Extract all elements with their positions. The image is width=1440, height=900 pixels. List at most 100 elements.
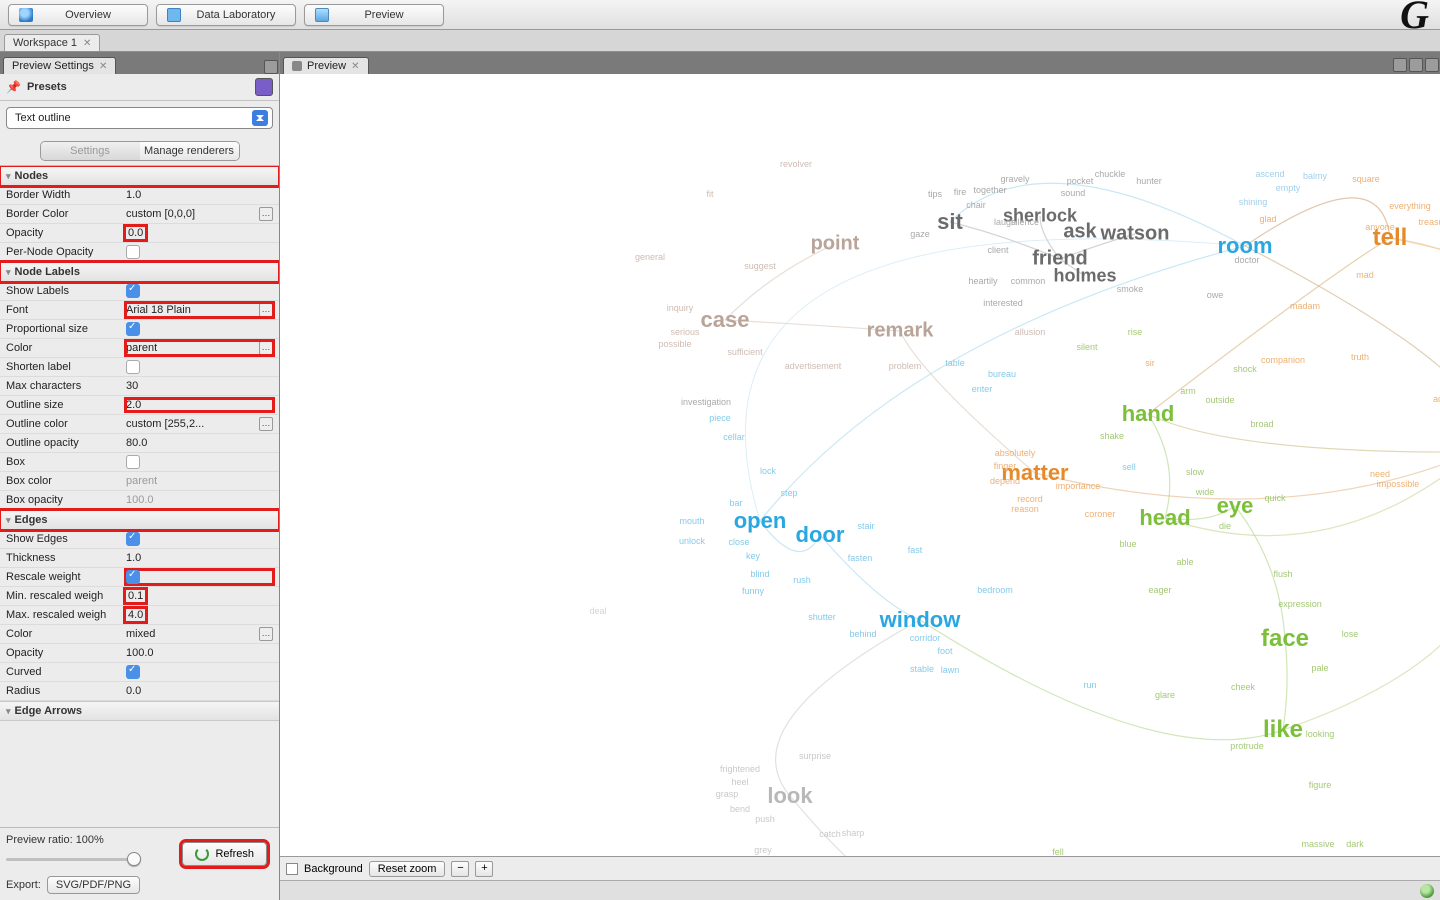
slider-thumb[interactable] bbox=[127, 852, 141, 866]
prop-max-characters[interactable]: Max characters30 bbox=[0, 377, 279, 396]
prop-max-rescaled[interactable]: Max. rescaled weigh4.0 bbox=[0, 606, 279, 625]
data-laboratory-button[interactable]: Data Laboratory bbox=[156, 4, 296, 26]
prop-box-color[interactable]: Box colorparent bbox=[0, 472, 279, 491]
prop-edge-color[interactable]: Colormixed… bbox=[0, 625, 279, 644]
prop-color[interactable]: Colorparent… bbox=[0, 339, 279, 358]
close-icon[interactable]: ✕ bbox=[99, 61, 107, 72]
graph-word-small: broad bbox=[1250, 419, 1273, 429]
section-head-nodes[interactable]: ▾Nodes bbox=[0, 166, 279, 186]
prop-shorten-label[interactable]: Shorten label bbox=[0, 358, 279, 377]
checkbox[interactable] bbox=[126, 665, 140, 679]
graph-word-small: enter bbox=[972, 384, 993, 394]
graph-word-small: shutter bbox=[808, 612, 836, 622]
overview-button[interactable]: Overview bbox=[8, 4, 148, 26]
graph-word-small: die bbox=[1219, 521, 1231, 531]
graph-word-small: cheek bbox=[1231, 682, 1255, 692]
zoom-out-button[interactable]: − bbox=[451, 861, 469, 877]
refresh-button[interactable]: Refresh bbox=[182, 842, 267, 866]
prop-opacity[interactable]: Opacity0.0 bbox=[0, 224, 279, 243]
app-logo: G bbox=[1400, 1, 1432, 29]
background-checkbox[interactable] bbox=[286, 863, 298, 875]
prop-rescale-weight[interactable]: Rescale weight bbox=[0, 568, 279, 587]
prop-font[interactable]: FontArial 18 Plain… bbox=[0, 301, 279, 320]
checkbox[interactable] bbox=[126, 570, 140, 584]
graph-word-small: piece bbox=[709, 413, 731, 423]
tab-settings[interactable]: Settings bbox=[41, 142, 140, 160]
graph-word-small: client bbox=[987, 245, 1008, 255]
graph-word-small: protrude bbox=[1230, 741, 1264, 751]
prop-border-color[interactable]: Border Colorcustom [0,0,0]… bbox=[0, 205, 279, 224]
graph-word: window bbox=[880, 607, 961, 633]
checkbox[interactable] bbox=[126, 455, 140, 469]
prop-outline-opacity[interactable]: Outline opacity80.0 bbox=[0, 434, 279, 453]
graph-word-small: frightened bbox=[720, 764, 760, 774]
ellipsis-button[interactable]: … bbox=[259, 303, 273, 317]
graph-word-small: dark bbox=[1346, 839, 1364, 849]
workspace-tab[interactable]: Workspace 1 ✕ bbox=[4, 34, 100, 51]
section-head-edge-arrows[interactable]: ▾Edge Arrows bbox=[0, 701, 279, 721]
prop-box[interactable]: Box bbox=[0, 453, 279, 472]
prop-show-labels[interactable]: Show Labels bbox=[0, 282, 279, 301]
close-icon[interactable]: ✕ bbox=[83, 38, 91, 49]
ellipsis-button[interactable]: … bbox=[259, 341, 273, 355]
graph-word-small: foot bbox=[937, 646, 952, 656]
prop-outline-size[interactable]: Outline size2.0 bbox=[0, 396, 279, 415]
graph-word-small: doctor bbox=[1234, 255, 1259, 265]
ellipsis-button[interactable]: … bbox=[259, 627, 273, 641]
disclose-icon: ▾ bbox=[6, 171, 11, 182]
disclose-icon: ▾ bbox=[6, 515, 11, 526]
dock-button[interactable] bbox=[264, 60, 278, 74]
prop-radius[interactable]: Radius0.0 bbox=[0, 682, 279, 701]
prop-show-edges[interactable]: Show Edges bbox=[0, 530, 279, 549]
export-button[interactable]: SVG/PDF/PNG bbox=[47, 876, 140, 894]
dock-button[interactable] bbox=[1425, 58, 1439, 72]
dock-button[interactable] bbox=[1409, 58, 1423, 72]
preset-select[interactable]: Text outline bbox=[6, 107, 273, 129]
checkbox[interactable] bbox=[126, 360, 140, 374]
prop-box-opacity[interactable]: Box opacity100.0 bbox=[0, 491, 279, 510]
tab-manage-renderers[interactable]: Manage renderers bbox=[140, 142, 239, 160]
graph-word-small: chair bbox=[966, 200, 986, 210]
disclose-icon: ▾ bbox=[6, 267, 11, 278]
close-icon[interactable]: ✕ bbox=[351, 61, 359, 72]
prop-proportional-size[interactable]: Proportional size bbox=[0, 320, 279, 339]
graph-word-small: corridor bbox=[910, 633, 941, 643]
section-head-node-labels[interactable]: ▾Node Labels bbox=[0, 262, 279, 282]
preview-ratio-slider[interactable] bbox=[6, 850, 141, 868]
graph-word-small: shock bbox=[1233, 364, 1257, 374]
prop-border-width[interactable]: Border Width1.0 bbox=[0, 186, 279, 205]
prop-per-node-opacity[interactable]: Per-Node Opacity bbox=[0, 243, 279, 262]
checkbox[interactable] bbox=[126, 245, 140, 259]
ellipsis-button[interactable]: … bbox=[259, 417, 273, 431]
section-head-edges[interactable]: ▾Edges bbox=[0, 510, 279, 530]
prop-outline-color[interactable]: Outline colorcustom [255,2...… bbox=[0, 415, 279, 434]
graph-word-small: glare bbox=[1155, 690, 1175, 700]
graph-word-small: treasure bbox=[1418, 217, 1440, 227]
graph-word-small: looking bbox=[1306, 729, 1335, 739]
graph-word-small: slow bbox=[1186, 467, 1204, 477]
graph-word-small: arm bbox=[1180, 386, 1196, 396]
preview-panel-tab[interactable]: Preview ✕ bbox=[283, 57, 369, 74]
checkbox[interactable] bbox=[126, 532, 140, 546]
checkbox[interactable] bbox=[126, 284, 140, 298]
settings-tabs[interactable]: Settings Manage renderers bbox=[40, 141, 240, 161]
preview-button[interactable]: Preview bbox=[304, 4, 444, 26]
reset-zoom-button[interactable]: Reset zoom bbox=[369, 861, 446, 877]
graph-word-small: balmy bbox=[1303, 171, 1327, 181]
dock-button[interactable] bbox=[1393, 58, 1407, 72]
graph-canvas[interactable]: sitsherlockaskwatsonfriendholmespointcas… bbox=[280, 74, 1440, 856]
preview-settings-tab[interactable]: Preview Settings ✕ bbox=[3, 57, 116, 74]
save-preset-button[interactable] bbox=[255, 78, 273, 96]
ellipsis-button[interactable]: … bbox=[259, 207, 273, 221]
graph-word-small: truth bbox=[1351, 352, 1369, 362]
prop-thickness[interactable]: Thickness1.0 bbox=[0, 549, 279, 568]
graph-word-small: mouth bbox=[679, 516, 704, 526]
checkbox[interactable] bbox=[126, 322, 140, 336]
prop-curved[interactable]: Curved bbox=[0, 663, 279, 682]
prop-edge-opacity[interactable]: Opacity100.0 bbox=[0, 644, 279, 663]
graph-word-small: shining bbox=[1239, 197, 1268, 207]
prop-min-rescaled[interactable]: Min. rescaled weigh0.1 bbox=[0, 587, 279, 606]
globe-icon bbox=[1420, 884, 1434, 898]
zoom-in-button[interactable]: + bbox=[475, 861, 493, 877]
disclose-icon: ▾ bbox=[6, 706, 11, 717]
